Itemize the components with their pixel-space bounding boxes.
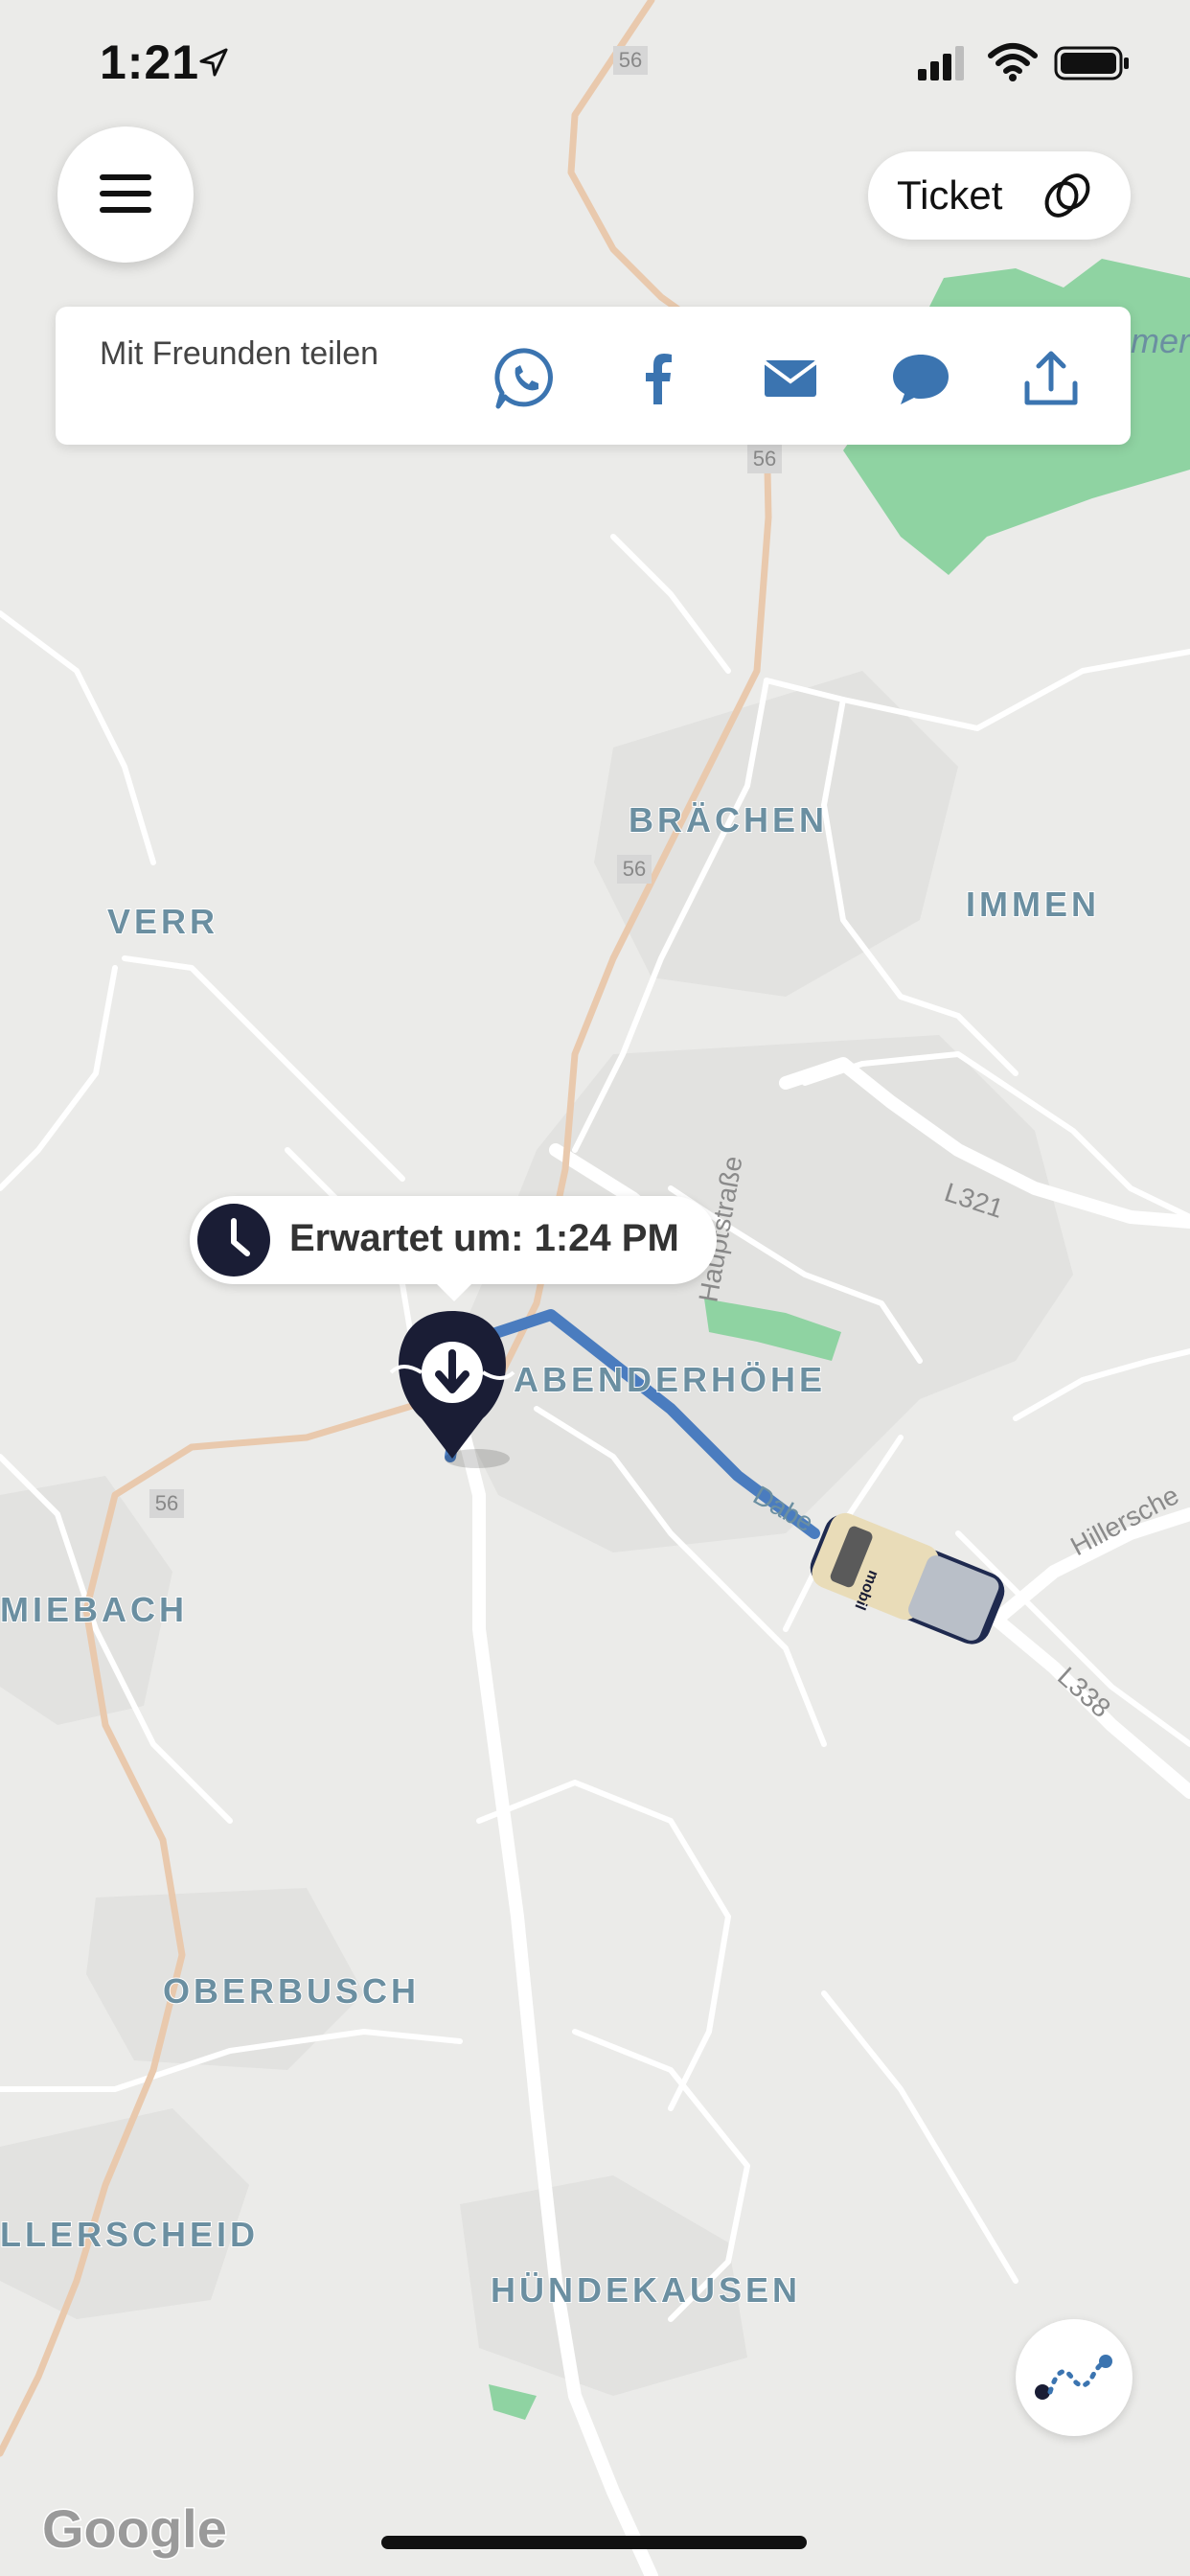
whatsapp-share-button[interactable] [492, 345, 560, 412]
mail-icon [763, 360, 818, 397]
eta-text: Erwartet um: 1:24 PM [289, 1217, 679, 1259]
place-label-oberbusch: OBERBUSCH [163, 1971, 420, 2011]
road-shield-56-upper: 56 [753, 447, 776, 471]
route-path-icon [1035, 2355, 1112, 2400]
location-arrow-icon [199, 48, 228, 77]
cellular-signal-icon [918, 46, 964, 80]
place-label-miebach: MIEBACH [0, 1590, 188, 1629]
share-card: Mit Freunden teilen [56, 307, 1131, 445]
wifi-icon [988, 43, 1038, 81]
home-indicator[interactable] [381, 2536, 807, 2549]
ticket-button-label: Ticket [897, 172, 1003, 218]
message-share-button[interactable] [887, 345, 954, 412]
place-label-llerscheid: LLERSCHEID [0, 2215, 259, 2254]
road-shield-56-lower: 56 [155, 1491, 178, 1515]
place-label-abenderhoehe: ABENDERHÖHE [514, 1360, 826, 1399]
clock-icon [197, 1204, 270, 1276]
hamburger-menu-icon [100, 174, 151, 213]
place-label-huendekausen: HÜNDEKAUSEN [491, 2270, 801, 2310]
place-label-immen: IMMEN [966, 885, 1100, 924]
ticket-button[interactable]: Ticket [868, 151, 1131, 240]
status-time: 1:21 [100, 35, 200, 89]
facebook-share-button[interactable] [625, 345, 692, 412]
route-overview-button[interactable] [1016, 2319, 1133, 2436]
status-bar: 1:21 [0, 0, 1190, 125]
battery-icon [1054, 46, 1129, 80]
menu-button[interactable] [57, 126, 194, 263]
place-label-braechen: BRÄCHEN [629, 800, 828, 840]
place-label-verr: VERR [107, 902, 218, 941]
place-label-immen-edge: mer [1131, 321, 1190, 360]
map-attribution: Google [42, 2498, 227, 2559]
facebook-icon [646, 354, 672, 404]
share-label: Mit Freunden teilen [100, 335, 379, 372]
whatsapp-icon [494, 348, 553, 409]
eta-callout: Erwartet um: 1:24 PM [190, 1196, 717, 1301]
chat-bubble-icon [893, 355, 949, 404]
email-share-button[interactable] [757, 345, 824, 412]
share-upload-button[interactable] [1018, 345, 1085, 412]
road-shield-56-middle: 56 [623, 857, 646, 881]
share-upload-icon [1024, 351, 1078, 405]
ticket-rings-icon [1044, 173, 1090, 218]
